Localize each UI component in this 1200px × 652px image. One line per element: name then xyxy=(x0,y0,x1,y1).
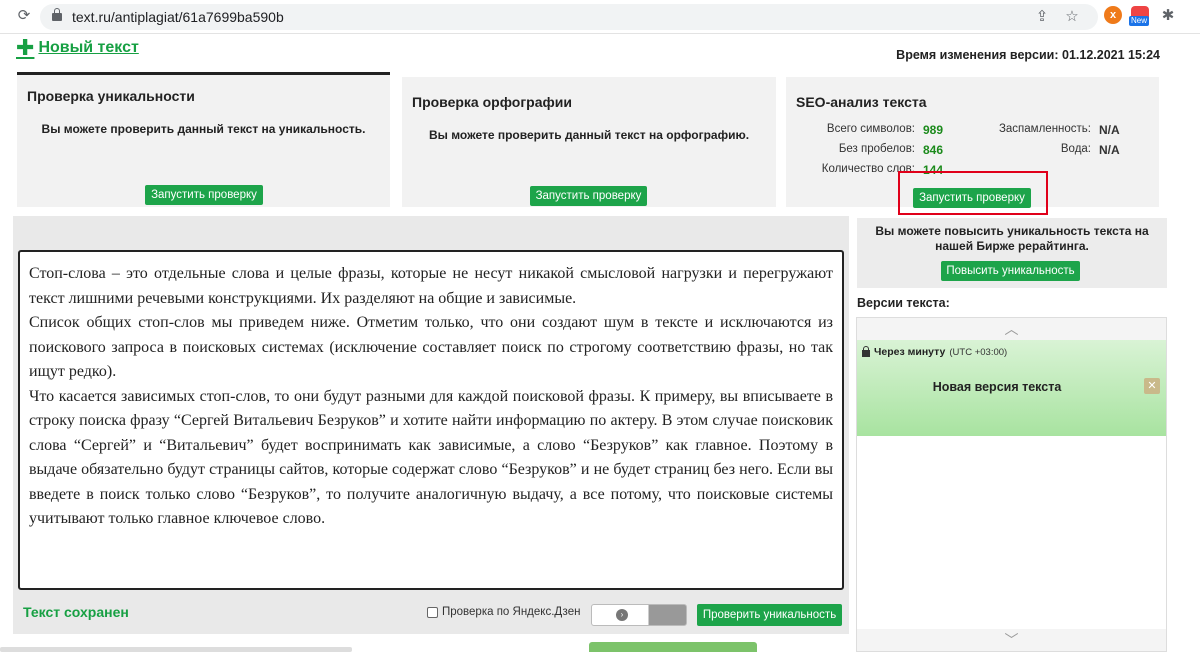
total-chars-value: 989 xyxy=(923,123,944,137)
spam-value: N/A xyxy=(1099,123,1120,137)
check-uniqueness-button[interactable]: Проверить уникальность xyxy=(697,604,842,626)
version-time: Время изменения версии: 01.12.2021 15:24 xyxy=(896,48,1160,62)
text-editor[interactable]: Стоп-слова – это отдельные слова и целые… xyxy=(18,250,844,590)
bookmark-star-icon[interactable]: ☆ xyxy=(1062,4,1082,30)
editor-area: Стоп-слова – это отдельные слова и целые… xyxy=(13,216,849,634)
seo-title: SEO-анализ текста xyxy=(796,94,927,110)
page-content: ✚ Новый текст Время изменения версии: 01… xyxy=(0,34,1200,652)
url-text: text.ru/antiplagiat/61a7699ba590b xyxy=(72,9,284,25)
horizontal-scrollbar[interactable] xyxy=(0,647,352,652)
reload-icon[interactable]: ⟳ xyxy=(14,3,34,29)
editor-paragraph: Стоп-слова – это отдельные слова и целые… xyxy=(29,265,833,307)
version-item[interactable]: Через минуту (UTC +03:00) Новая версия т… xyxy=(857,340,1166,436)
total-chars-label: Всего символов: xyxy=(826,123,915,135)
scroll-down-button[interactable]: ﹀ xyxy=(857,629,1166,651)
seo-button-highlight xyxy=(898,171,1048,215)
share-icon[interactable]: ⇪ xyxy=(1032,4,1052,30)
yandex-checkbox[interactable] xyxy=(427,606,438,618)
versions-title: Версии текста: xyxy=(857,296,950,310)
address-bar[interactable]: text.ru/antiplagiat/61a7699ba590b ⇪ ☆ xyxy=(40,4,1098,30)
version-name: Новая версия текста xyxy=(932,380,1062,394)
version-time-text: Через минуту xyxy=(874,346,946,358)
water-label: Вода: xyxy=(1060,143,1091,155)
lock-icon xyxy=(52,8,62,21)
versions-list: ︿ Через минуту (UTC +03:00) Новая версия… xyxy=(856,317,1167,652)
scroll-up-button[interactable]: ︿ xyxy=(857,318,1166,340)
no-spaces-value: 846 xyxy=(923,143,944,157)
yandex-checkbox-label[interactable]: Проверка по Яндекс.Дзен xyxy=(427,606,580,618)
uniqueness-message: Вы можете проверить данный текст на уник… xyxy=(41,122,366,136)
spelling-start-button[interactable]: Запустить проверку xyxy=(530,186,647,206)
uniqueness-panel: Проверка уникальности Вы можете проверит… xyxy=(17,72,390,207)
rewrite-promo: Вы можете повысить уникальность текста н… xyxy=(857,218,1167,288)
bottom-green-element xyxy=(589,642,757,652)
editor-paragraph: Список общих стоп-слов мы приведем ниже.… xyxy=(29,314,833,380)
close-icon[interactable]: ✕ xyxy=(1144,378,1160,394)
water-value: N/A xyxy=(1099,143,1120,157)
plus-icon: ✚ xyxy=(16,35,35,60)
extensions-puzzle-icon[interactable]: ✱ xyxy=(1158,3,1178,29)
mode-toggle[interactable]: › xyxy=(591,604,687,626)
new-text-label: Новый текст xyxy=(38,39,139,56)
promo-text: Вы можете повысить уникальность текста н… xyxy=(875,224,1149,253)
lock-icon xyxy=(862,346,870,357)
saved-status: Текст сохранен xyxy=(23,604,129,620)
spam-label: Заспамленность: xyxy=(998,123,1091,135)
browser-toolbar: ⟳ text.ru/antiplagiat/61a7699ba590b ⇪ ☆ … xyxy=(0,0,1200,34)
uniqueness-title: Проверка уникальности xyxy=(27,88,195,104)
version-time-row: Через минуту (UTC +03:00) xyxy=(862,346,1007,358)
new-badge: New xyxy=(1129,16,1150,26)
toggle-arrow-icon: › xyxy=(616,609,628,621)
new-text-link[interactable]: ✚ Новый текст xyxy=(16,35,139,60)
extension-new-icon[interactable]: New xyxy=(1129,6,1150,26)
spelling-message: Вы можете проверить данный текст на орфо… xyxy=(428,128,750,142)
spelling-panel: Проверка орфографии Вы можете проверить … xyxy=(402,77,776,207)
editor-paragraph: Что касается зависимых стоп-слов, то они… xyxy=(29,387,833,528)
version-utc: (UTC +03:00) xyxy=(949,346,1008,358)
yandex-checkbox-text: Проверка по Яндекс.Дзен xyxy=(442,606,581,618)
uniqueness-start-button[interactable]: Запустить проверку xyxy=(145,185,263,205)
no-spaces-label: Без пробелов: xyxy=(838,143,915,155)
increase-uniqueness-button[interactable]: Повысить уникальность xyxy=(941,261,1080,281)
extension-orange-icon[interactable]: x xyxy=(1104,6,1122,24)
spelling-title: Проверка орфографии xyxy=(412,94,572,110)
